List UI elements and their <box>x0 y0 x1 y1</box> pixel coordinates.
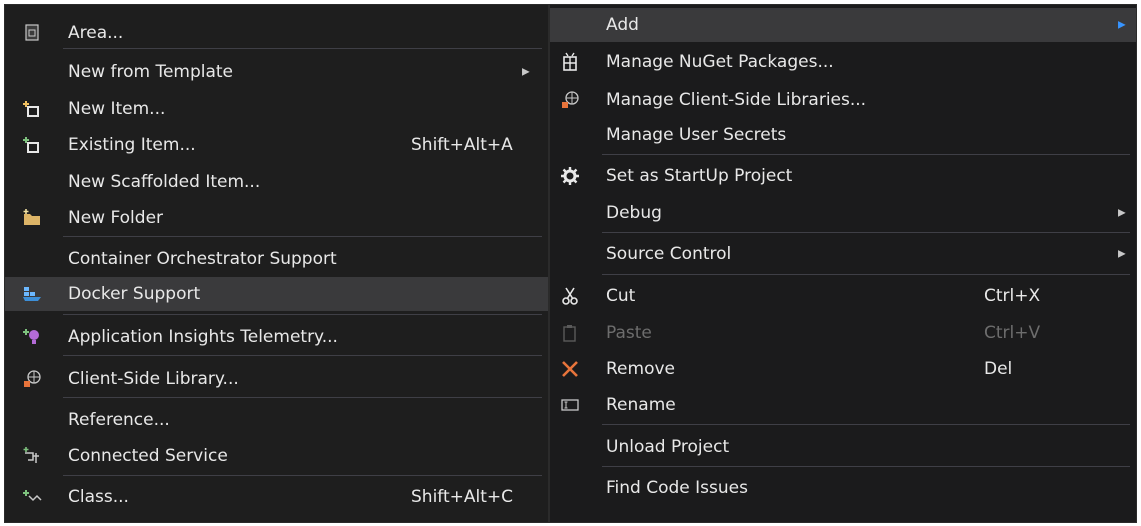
menu-item-debug[interactable]: Debug ▶ <box>550 196 1136 230</box>
remove-icon <box>560 359 580 379</box>
menu-item-label: Docker Support <box>68 284 201 304</box>
menu-item-new-item[interactable]: New Item... <box>5 92 548 126</box>
menu-item-label: Connected Service <box>68 446 228 466</box>
menu-item-label: Unload Project <box>606 437 730 457</box>
separator <box>602 466 1130 467</box>
separator <box>602 232 1130 233</box>
existing-item-icon <box>22 135 42 155</box>
separator <box>63 355 542 356</box>
rename-icon <box>560 395 580 415</box>
menu-item-label: Add <box>606 15 639 35</box>
menu-item-label: Client-Side Library... <box>68 369 239 389</box>
separator <box>63 314 542 315</box>
menu-item-add[interactable]: Add ▶ <box>550 8 1136 42</box>
separator <box>602 154 1130 155</box>
submenu-arrow-icon: ▶ <box>1118 207 1126 219</box>
class-icon <box>22 487 42 507</box>
menu-item-find-code-issues[interactable]: Find Code Issues <box>550 471 1136 505</box>
menu-item-paste[interactable]: Paste Ctrl+V <box>550 316 1136 350</box>
shortcut-text: Ctrl+V <box>984 323 1041 343</box>
menu-item-label: New Item... <box>68 99 166 119</box>
shortcut-text: Ctrl+X <box>984 286 1041 306</box>
menu-item-manage-client-side-libraries[interactable]: Manage Client-Side Libraries... <box>550 83 1136 117</box>
menu-item-container-orchestrator-support[interactable]: Container Orchestrator Support <box>5 242 548 276</box>
paste-icon <box>560 323 580 343</box>
separator <box>602 274 1130 275</box>
menu-item-remove[interactable]: Remove Del <box>550 352 1136 386</box>
menu-item-new-from-template[interactable]: New from Template ▶ <box>5 55 548 89</box>
separator <box>63 48 542 49</box>
menu-item-label: Manage Client-Side Libraries... <box>606 90 867 110</box>
menu-item-label: Manage NuGet Packages... <box>606 52 834 72</box>
cut-icon <box>560 286 580 306</box>
menu-item-application-insights-telemetry[interactable]: Application Insights Telemetry... <box>5 320 548 354</box>
separator <box>63 397 542 398</box>
new-folder-icon <box>22 208 42 228</box>
menu-item-label: Area... <box>68 23 124 43</box>
menu-item-label: Debug <box>606 203 662 223</box>
menu-item-cut[interactable]: Cut Ctrl+X <box>550 279 1136 313</box>
menu-item-new-scaffolded-item[interactable]: New Scaffolded Item... <box>5 165 548 199</box>
docker-icon <box>22 284 42 304</box>
menu-item-manage-user-secrets[interactable]: Manage User Secrets <box>550 118 1136 152</box>
shortcut-text: Del <box>984 359 1013 379</box>
separator <box>63 236 542 237</box>
menu-item-label: Set as StartUp Project <box>606 166 793 186</box>
menu-item-label: Paste <box>606 323 652 343</box>
menu-item-area[interactable]: Area... <box>5 16 548 50</box>
separator <box>63 475 542 476</box>
menu-item-label: Source Control <box>606 244 732 264</box>
menu-item-unload-project[interactable]: Unload Project <box>550 430 1136 464</box>
menu-item-label: Container Orchestrator Support <box>68 249 337 269</box>
separator <box>602 424 1130 425</box>
menu-item-label: Find Code Issues <box>606 478 748 498</box>
menu-item-source-control[interactable]: Source Control ▶ <box>550 237 1136 271</box>
client-library-icon <box>560 90 580 110</box>
menu-item-client-side-library[interactable]: Client-Side Library... <box>5 362 548 396</box>
menu-item-label: New Scaffolded Item... <box>68 172 261 192</box>
menu-item-label: New Folder <box>68 208 164 228</box>
add-submenu: Area... New from Template ▶ New Item... … <box>4 4 549 523</box>
shortcut-text: Shift+Alt+A <box>411 135 513 155</box>
project-context-menu: Add ▶ Manage NuGet Packages... Manage Cl… <box>549 4 1137 523</box>
menu-item-label: Cut <box>606 286 636 306</box>
menu-item-label: Rename <box>606 395 676 415</box>
new-item-icon <box>22 99 42 119</box>
menu-item-manage-nuget-packages[interactable]: Manage NuGet Packages... <box>550 45 1136 79</box>
menu-item-label: Existing Item... <box>68 135 196 155</box>
menu-item-label: Class... <box>68 487 129 507</box>
menu-item-existing-item[interactable]: Existing Item... Shift+Alt+A <box>5 128 548 162</box>
menu-item-label: Application Insights Telemetry... <box>68 327 338 347</box>
menu-item-rename[interactable]: Rename <box>550 388 1136 422</box>
menu-item-class[interactable]: Class... Shift+Alt+C <box>5 480 548 514</box>
menu-item-set-as-startup-project[interactable]: Set as StartUp Project <box>550 159 1136 193</box>
gear-icon <box>560 166 580 186</box>
submenu-arrow-icon: ▶ <box>1118 248 1126 260</box>
area-icon <box>22 23 42 43</box>
menu-item-label: Reference... <box>68 410 170 430</box>
app-insights-icon <box>22 327 42 347</box>
client-library-icon <box>22 369 42 389</box>
menu-item-reference[interactable]: Reference... <box>5 403 548 437</box>
menu-item-label: New from Template <box>68 62 234 82</box>
nuget-icon <box>560 52 580 72</box>
shortcut-text: Shift+Alt+C <box>411 487 514 507</box>
menu-item-new-folder[interactable]: New Folder <box>5 201 548 235</box>
submenu-arrow-icon: ▶ <box>1118 19 1126 31</box>
submenu-arrow-icon: ▶ <box>522 66 530 78</box>
menu-item-docker-support[interactable]: Docker Support <box>5 277 548 311</box>
connected-service-icon <box>22 446 42 466</box>
menu-item-connected-service[interactable]: Connected Service <box>5 439 548 473</box>
menu-item-label: Remove <box>606 359 675 379</box>
menu-item-label: Manage User Secrets <box>606 125 787 145</box>
